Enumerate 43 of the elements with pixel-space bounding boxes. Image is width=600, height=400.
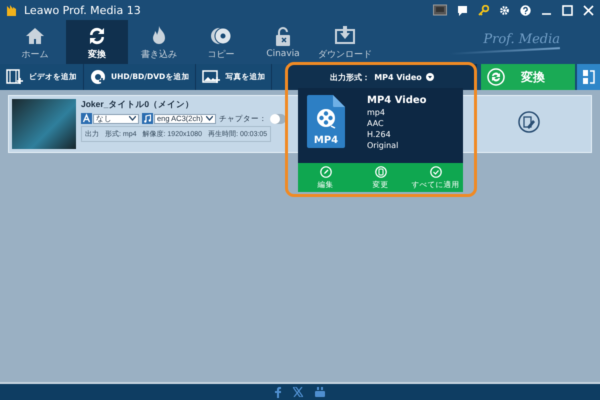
nav-tab[interactable]: Cinavia — [252, 20, 314, 64]
caret-icon — [206, 116, 213, 121]
nav-tab[interactable]: 書き込み — [128, 20, 190, 64]
format-spec: mp4 — [367, 108, 386, 117]
format-spec: AAC — [367, 119, 385, 128]
format-spec: Original — [367, 141, 400, 150]
brand-logo: Prof. Media — [483, 32, 560, 47]
download-tray-icon — [333, 24, 357, 46]
video-file-icon — [307, 95, 345, 148]
chapter-toggle[interactable] — [270, 114, 286, 124]
video-channel-icon[interactable] — [315, 387, 325, 397]
disc-plus-icon — [90, 69, 106, 85]
facebook-icon[interactable] — [275, 386, 281, 398]
nav-tab[interactable]: コピー — [190, 20, 252, 64]
settings-icon[interactable] — [499, 4, 510, 16]
x-logo-icon[interactable] — [293, 387, 303, 397]
window-title: Leawo Prof. Media 13 — [24, 4, 142, 16]
layout-icon[interactable] — [582, 70, 594, 84]
refresh-arrows-icon — [487, 68, 505, 86]
format-name: MP4 Video — [367, 95, 427, 106]
format-spec: H.264 — [367, 130, 392, 139]
check-circle-icon — [430, 166, 442, 178]
subtitle-icon — [81, 113, 92, 124]
nav-tab[interactable]: ダウンロード — [314, 20, 376, 64]
video-thumbnail-placeholder — [12, 99, 76, 149]
caret-icon — [426, 73, 434, 81]
nav-tab[interactable]: 変換 — [66, 20, 128, 64]
pencil-icon — [320, 166, 332, 178]
chip-icon[interactable] — [433, 4, 447, 16]
music-note-icon — [142, 113, 153, 124]
film-edit-icon[interactable] — [518, 111, 540, 133]
caret-icon — [129, 116, 136, 121]
format-label: MP4 — [312, 135, 340, 146]
film-plus-icon — [6, 69, 24, 85]
chat-icon[interactable] — [457, 4, 468, 16]
app-logo-icon — [6, 4, 16, 16]
maximize-icon[interactable] — [562, 4, 573, 16]
help-icon[interactable] — [520, 4, 531, 16]
video-title: Joker_タイトル0（メイン） — [81, 99, 194, 111]
nav-tab[interactable]: ホーム — [4, 20, 66, 64]
key-icon[interactable] — [478, 4, 489, 16]
photo-plus-icon — [202, 70, 220, 84]
close-icon[interactable] — [583, 4, 594, 16]
